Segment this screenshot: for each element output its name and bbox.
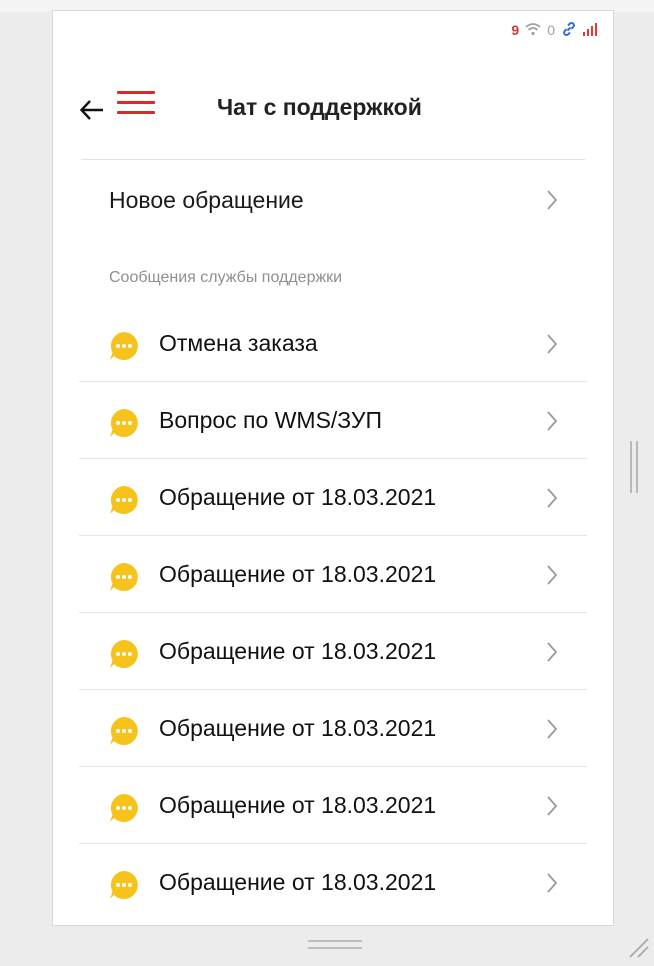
list-item-label: Обращение от 18.03.2021 [159,638,437,664]
chevron-right-icon [546,410,558,432]
scroll-handle[interactable] [630,441,640,493]
list-item-label: Обращение от 18.03.2021 [159,715,437,741]
list-item[interactable]: Обращение от 18.03.2021 [53,613,613,690]
new-request-label: Новое обращение [109,186,304,213]
list-item[interactable]: Обращение от 18.03.2021 [53,767,613,844]
chevron-right-icon [546,718,558,740]
home-bar[interactable] [308,940,362,952]
list-item[interactable]: Отмена заказа [53,305,613,382]
list-item-label: Отмена заказа [159,330,318,356]
chat-bubble-icon [108,715,140,747]
status-bar: 9 0 [511,21,597,39]
status-zero: 0 [547,22,555,38]
chevron-right-icon [546,641,558,663]
chat-bubble-icon [108,638,140,670]
divider [81,159,585,160]
arrow-left-icon[interactable] [79,99,105,121]
header: Чат с поддержкой [53,51,613,161]
page-title: Чат с поддержкой [217,94,422,120]
list-item[interactable]: Обращение от 18.03.2021 [53,536,613,613]
list-item[interactable]: Обращение от 18.03.2021 [53,844,613,921]
list-item[interactable]: Обращение от 18.03.2021 [53,459,613,536]
chevron-right-icon [546,333,558,355]
list-item-label: Обращение от 18.03.2021 [159,484,437,510]
wifi-icon [525,22,541,39]
link-icon [561,21,577,40]
chat-bubble-icon [108,330,140,362]
resize-grip-icon[interactable] [624,933,650,959]
list-item[interactable]: Вопрос по WMS/ЗУП [53,382,613,459]
chat-bubble-icon [108,407,140,439]
status-number: 9 [511,22,520,38]
phone-screen: 9 0 Чат с поддержкой Новое обращение Соо… [52,10,614,926]
support-messages-list: Отмена заказа Вопрос по WMS/ЗУП Обращени… [53,305,613,921]
new-request-row[interactable]: Новое обращение [53,161,613,239]
chevron-right-icon [546,189,558,211]
chat-bubble-icon [108,792,140,824]
section-label: Сообщения службы поддержки [109,269,343,286]
list-item-label: Обращение от 18.03.2021 [159,561,437,587]
chevron-right-icon [546,564,558,586]
list-item-label: Вопрос по WMS/ЗУП [159,407,383,433]
chat-bubble-icon [108,869,140,901]
chat-bubble-icon [108,484,140,516]
list-item-label: Обращение от 18.03.2021 [159,792,437,818]
list-item-label: Обращение от 18.03.2021 [159,869,437,895]
chevron-right-icon [546,872,558,894]
signal-icon [583,23,597,36]
chevron-right-icon [546,795,558,817]
chat-bubble-icon [108,561,140,593]
list-item[interactable]: Обращение от 18.03.2021 [53,690,613,767]
chevron-right-icon [546,487,558,509]
hamburger-menu-icon[interactable] [117,91,155,119]
